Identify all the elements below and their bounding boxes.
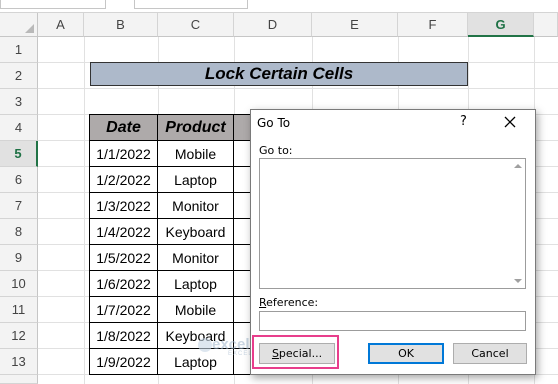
gridline: [38, 88, 558, 89]
help-button[interactable]: ?: [460, 114, 467, 129]
table-cell-product[interactable]: Mobile: [157, 140, 234, 167]
row-header-10[interactable]: 10: [0, 271, 38, 297]
table-cell-product[interactable]: Keyboard: [157, 218, 234, 245]
name-box[interactable]: [0, 0, 106, 9]
scroll-up-icon[interactable]: [514, 164, 522, 168]
table-cell-product[interactable]: Laptop: [157, 166, 234, 193]
row-header-12[interactable]: 12: [0, 323, 38, 349]
column-header-b[interactable]: B: [84, 13, 158, 37]
row-header-8[interactable]: 8: [0, 219, 38, 245]
listbox-scrollbar[interactable]: [510, 159, 525, 288]
row-header-5[interactable]: 5: [0, 141, 38, 167]
select-all-corner[interactable]: [0, 13, 38, 37]
reference-input[interactable]: [259, 311, 526, 331]
dialog-title: Go To: [257, 116, 291, 130]
reference-label-text: eference:: [266, 296, 319, 309]
ok-button[interactable]: OK: [368, 343, 444, 364]
table-cell-product[interactable]: Monitor: [157, 192, 234, 219]
table-cell-date[interactable]: 1/1/2022: [89, 140, 158, 167]
highlight-box: [252, 335, 339, 369]
table-cell-date[interactable]: 1/3/2022: [89, 192, 158, 219]
table-cell-date[interactable]: 1/7/2022: [89, 296, 158, 323]
table-cell-date[interactable]: 1/8/2022: [89, 322, 158, 349]
column-header-f[interactable]: F: [398, 13, 468, 37]
row-header-9[interactable]: 9: [0, 245, 38, 271]
column-header-d[interactable]: D: [234, 13, 312, 37]
row-header-4[interactable]: 4: [0, 115, 38, 141]
table-header-date[interactable]: Date: [89, 114, 158, 141]
close-icon[interactable]: [503, 115, 517, 129]
table-cell-date[interactable]: 1/9/2022: [89, 348, 158, 375]
row-header-11[interactable]: 11: [0, 297, 38, 323]
formula-bar-strip: [0, 0, 558, 13]
row-header-13[interactable]: 13: [0, 349, 38, 375]
goto-listbox[interactable]: [259, 158, 526, 289]
row-header-14[interactable]: [0, 375, 38, 384]
column-header-a[interactable]: A: [38, 13, 84, 37]
table-cell-date[interactable]: 1/2/2022: [89, 166, 158, 193]
column-header-g[interactable]: G: [468, 13, 534, 37]
formula-input[interactable]: [134, 0, 248, 9]
gridline: [84, 37, 85, 384]
column-header-e[interactable]: E: [312, 13, 398, 37]
table-cell-product[interactable]: Monitor: [157, 244, 234, 271]
table-cell-product[interactable]: Mobile: [157, 296, 234, 323]
sheet-title-cell[interactable]: Lock Certain Cells: [90, 62, 468, 86]
row-header-1[interactable]: 1: [0, 37, 38, 63]
row-header-2[interactable]: 2: [0, 63, 38, 89]
table-cell-date[interactable]: 1/6/2022: [89, 270, 158, 297]
exceldemy-logo-icon: [198, 338, 212, 352]
reference-label: Reference:: [259, 296, 318, 309]
row-header-6[interactable]: 6: [0, 167, 38, 193]
column-header-c[interactable]: C: [158, 13, 234, 37]
table-cell-product[interactable]: Laptop: [157, 270, 234, 297]
row-header-3[interactable]: 3: [0, 89, 38, 115]
scroll-down-icon[interactable]: [514, 279, 522, 283]
goto-label: Go to:: [259, 144, 293, 157]
table-cell-date[interactable]: 1/5/2022: [89, 244, 158, 271]
table-header-product[interactable]: Product: [157, 114, 234, 141]
column-header-h[interactable]: [534, 13, 558, 37]
cancel-button[interactable]: Cancel: [453, 343, 527, 364]
row-header-7[interactable]: 7: [0, 193, 38, 219]
table-cell-date[interactable]: 1/4/2022: [89, 218, 158, 245]
